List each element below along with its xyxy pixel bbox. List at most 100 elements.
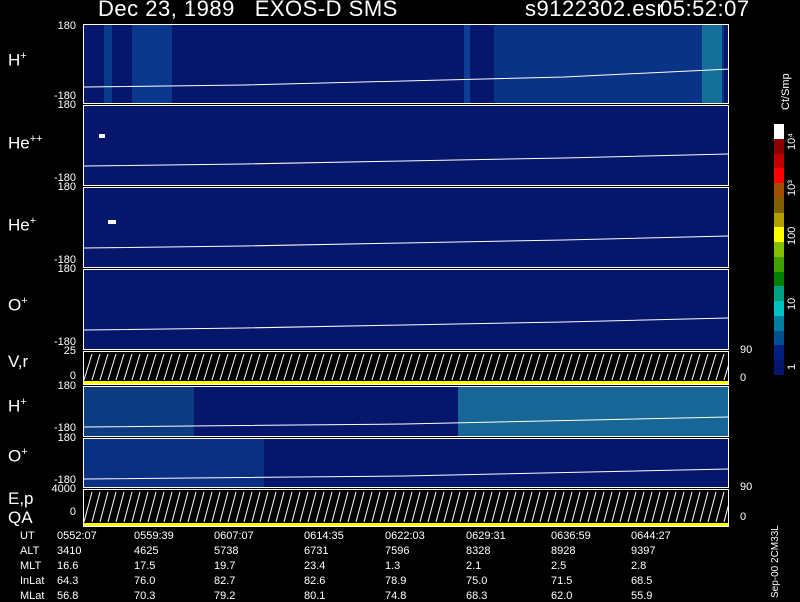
colorbar-tick: 1 <box>786 363 798 370</box>
hatch-line <box>651 353 661 381</box>
hatch-line <box>251 491 261 523</box>
hatch-line <box>307 491 317 523</box>
hatch-line <box>195 353 205 381</box>
hatch-line <box>547 353 557 381</box>
hatch-line <box>443 353 453 381</box>
info-cell: 2.5 <box>551 560 567 572</box>
hatch-line <box>723 505 728 523</box>
hatch-line <box>355 353 365 381</box>
info-cell: 2.8 <box>631 560 647 572</box>
hatch-line <box>403 491 413 523</box>
hatch-line <box>171 353 181 381</box>
hatch-line <box>619 491 629 523</box>
hatch-line <box>723 365 728 381</box>
footer-vertical-text: Sep-00 2CM33L <box>770 525 781 598</box>
info-cell: 9397 <box>631 545 656 557</box>
hatch-line <box>515 491 525 523</box>
colorbar-segment <box>774 197 784 213</box>
hatch-line <box>355 491 365 523</box>
colorbar-segment <box>774 360 784 375</box>
tick-top: 180 <box>57 380 76 392</box>
right-tick-bottom: 0 <box>740 511 747 523</box>
qa-band <box>84 381 728 384</box>
colorbar-segment <box>774 227 784 242</box>
hatch-line <box>507 491 517 523</box>
hatch-line <box>475 491 485 523</box>
hatch-line <box>227 491 237 523</box>
tick-top: 180 <box>57 263 76 275</box>
hatch-line <box>171 491 181 523</box>
qa-label: QA <box>8 508 33 527</box>
hatch-line <box>571 353 581 381</box>
info-cell: 0636:59 <box>551 530 591 542</box>
hatch-line <box>411 491 421 523</box>
hatch-line <box>347 491 357 523</box>
hatch-line <box>339 491 349 523</box>
right-tick-top: 90 <box>740 344 753 356</box>
colorbar-segment <box>774 242 784 257</box>
hatch-line <box>395 491 405 523</box>
hatch-line <box>131 353 141 381</box>
info-cell: 55.9 <box>631 590 653 602</box>
vr-label: V,r <box>8 352 29 371</box>
hatch-line <box>315 353 325 381</box>
info-cell: 4625 <box>134 545 159 557</box>
hatch-line <box>483 491 493 523</box>
hatch-line <box>307 353 317 381</box>
hatch-line <box>643 353 653 381</box>
hatch-line <box>275 491 285 523</box>
info-row-label: UT <box>20 530 35 542</box>
hatch-line <box>203 353 213 381</box>
hatch-line <box>667 491 677 523</box>
info-row-label: MLat <box>20 590 45 602</box>
hatch-line <box>683 491 693 523</box>
hatch-line <box>155 353 165 381</box>
hatch-line <box>315 491 325 523</box>
hatch-line <box>147 491 157 523</box>
hatch-line <box>163 353 173 381</box>
tick-top: 25 <box>63 345 76 357</box>
hatch-line <box>107 353 117 381</box>
hatch-line <box>299 353 309 381</box>
hatch-line <box>547 491 557 523</box>
colorbar-segment <box>774 256 784 272</box>
hatch-line <box>659 491 669 523</box>
hatch-line <box>363 353 373 381</box>
hatch-line <box>267 491 277 523</box>
info-cell: 0607:07 <box>214 530 254 542</box>
colorbar-tick: 10³ <box>786 180 798 196</box>
hatch-line <box>99 491 109 523</box>
hatch-line <box>243 491 253 523</box>
hatch-line <box>123 353 133 381</box>
info-cell: 0622:03 <box>385 530 425 542</box>
colorbar-tick: 100 <box>786 226 798 245</box>
hatch-line <box>195 491 205 523</box>
colorbar-segment <box>774 138 784 154</box>
info-cell: 19.7 <box>214 560 236 572</box>
hatch-line <box>715 491 725 523</box>
info-cell: 3410 <box>57 545 82 557</box>
vr-panel <box>83 351 729 385</box>
hatch-line <box>267 353 277 381</box>
hatch-line <box>555 491 565 523</box>
hatch-line <box>291 353 301 381</box>
hatch-line <box>219 491 229 523</box>
hatch-line <box>587 491 597 523</box>
spectrogram-panel-he-plus <box>83 187 729 268</box>
tick-top: 180 <box>57 99 76 111</box>
info-cell: 5738 <box>214 545 239 557</box>
hatch-line <box>707 491 717 523</box>
colorbar-segment <box>774 301 784 316</box>
colorbar-segment <box>774 315 784 331</box>
hatch-line <box>595 353 605 381</box>
hatch-line <box>251 353 261 381</box>
hatch-line <box>483 353 493 381</box>
hatch-line <box>603 353 613 381</box>
hatch-line <box>291 491 301 523</box>
hatch-line <box>299 491 309 523</box>
hatch-line <box>211 491 221 523</box>
info-cell: 0552:07 <box>57 530 97 542</box>
hatch-line <box>84 491 93 523</box>
lower-label-o-plus: O+ <box>8 446 28 466</box>
info-row-label: MLT <box>20 560 42 572</box>
